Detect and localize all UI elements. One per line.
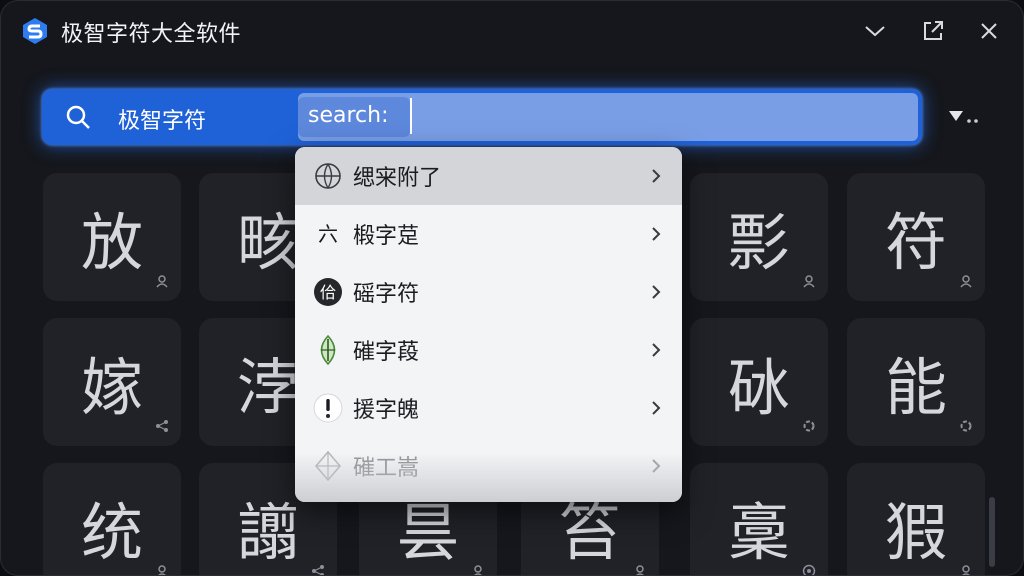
suggestion-item[interactable]: 磪字葮 — [295, 321, 682, 379]
tile-character: 砅 — [727, 351, 790, 424]
suggestion-item[interactable]: 磪工嵩 — [295, 437, 682, 495]
suggestion-label: 磪字葮 — [353, 340, 420, 365]
character-tile[interactable]: 能 — [847, 318, 985, 446]
suggestion-item[interactable]: 六椴字莡 — [295, 205, 682, 263]
suggestion-label: 椴字莡 — [353, 224, 420, 249]
app-title: 极智字符大全软件 — [61, 22, 242, 47]
tile-character: 嫁 — [80, 351, 143, 424]
seal-icon: 佮 — [313, 277, 343, 307]
character-tile[interactable]: 放 — [43, 173, 181, 301]
share-icon — [311, 563, 325, 575]
suggestion-item[interactable]: 援字魄 — [295, 379, 682, 437]
search-bar[interactable]: 极智字符 search: — [42, 89, 922, 145]
person-icon — [471, 563, 485, 575]
chevron-right-icon — [649, 226, 663, 242]
suggestion-dropdown: 缌宩附了六椴字莡佮磘字符 磪字葮 援字魄 磪工嵩 — [295, 147, 682, 502]
title-bar: 极智字符大全软件 — [1, 1, 1023, 63]
tile-character: 畡 — [236, 206, 299, 279]
character-tile[interactable]: 嫁 — [43, 318, 181, 446]
suggestion-label: 磘字符 — [353, 282, 420, 307]
person-icon — [959, 563, 973, 575]
scrollbar[interactable] — [989, 497, 995, 567]
refresh-icon — [959, 418, 973, 432]
filter-dropdown-icon[interactable] — [945, 103, 981, 131]
close-icon[interactable] — [975, 17, 1003, 45]
suggestion-item[interactable]: 佮磘字符 — [295, 263, 682, 321]
svg-text:六: 六 — [318, 222, 338, 246]
character-tile[interactable]: 彯 — [690, 173, 828, 301]
globe-emblem-icon — [313, 161, 343, 191]
exclamation-icon — [313, 393, 343, 423]
chevron-right-icon — [649, 168, 663, 184]
suggestion-label: 缌宩附了 — [353, 166, 442, 191]
chevron-right-icon — [649, 342, 663, 358]
character-tile[interactable]: 猳 — [847, 463, 985, 575]
chevron-right-icon — [649, 284, 663, 300]
person-icon — [802, 273, 816, 288]
chevron-right-icon — [649, 458, 663, 474]
tile-character: 譾 — [236, 496, 299, 569]
shield-icon — [802, 563, 816, 575]
person-icon — [633, 563, 647, 575]
chevron-down-icon[interactable] — [861, 17, 889, 45]
six-glyph-icon: 六 — [313, 219, 343, 249]
suggestion-label: 援字魄 — [353, 398, 420, 423]
diamond-emblem-icon — [313, 451, 343, 481]
character-tile[interactable]: 砅 — [690, 318, 828, 446]
text-caret — [410, 98, 412, 134]
person-icon — [959, 273, 973, 288]
search-input-text: search: — [308, 103, 389, 128]
suggestion-label: 磪工嵩 — [353, 456, 420, 481]
leaf-emblem-icon — [313, 335, 343, 365]
person-icon — [155, 273, 169, 288]
svg-text:佮: 佮 — [320, 283, 336, 302]
tile-character: 浡 — [236, 351, 299, 424]
suggestion-item[interactable]: 缌宩附了 — [295, 147, 682, 205]
person-icon — [155, 563, 169, 575]
tile-character: 稾 — [727, 496, 790, 569]
external-link-icon[interactable] — [919, 17, 947, 45]
app-window: 极智字符大全软件 极智字符 search: 放 畡 彯 符 嫁 浡 砅 能 统 … — [0, 0, 1024, 576]
tile-character: 统 — [80, 496, 143, 569]
chevron-right-icon — [649, 400, 663, 416]
tile-character: 猳 — [884, 496, 947, 569]
character-tile[interactable]: 统 — [43, 463, 181, 575]
tile-character: 放 — [80, 206, 143, 279]
refresh-icon — [802, 418, 816, 432]
app-logo-icon — [21, 17, 49, 45]
share-icon — [155, 418, 169, 432]
search-query-label: 极智字符 — [118, 109, 207, 134]
tile-character: 能 — [884, 351, 947, 424]
character-tile[interactable]: 稾 — [690, 463, 828, 575]
character-tile[interactable]: 符 — [847, 173, 985, 301]
tile-character: 彯 — [727, 206, 790, 279]
tile-character: 符 — [884, 206, 947, 279]
search-icon[interactable] — [64, 103, 92, 131]
